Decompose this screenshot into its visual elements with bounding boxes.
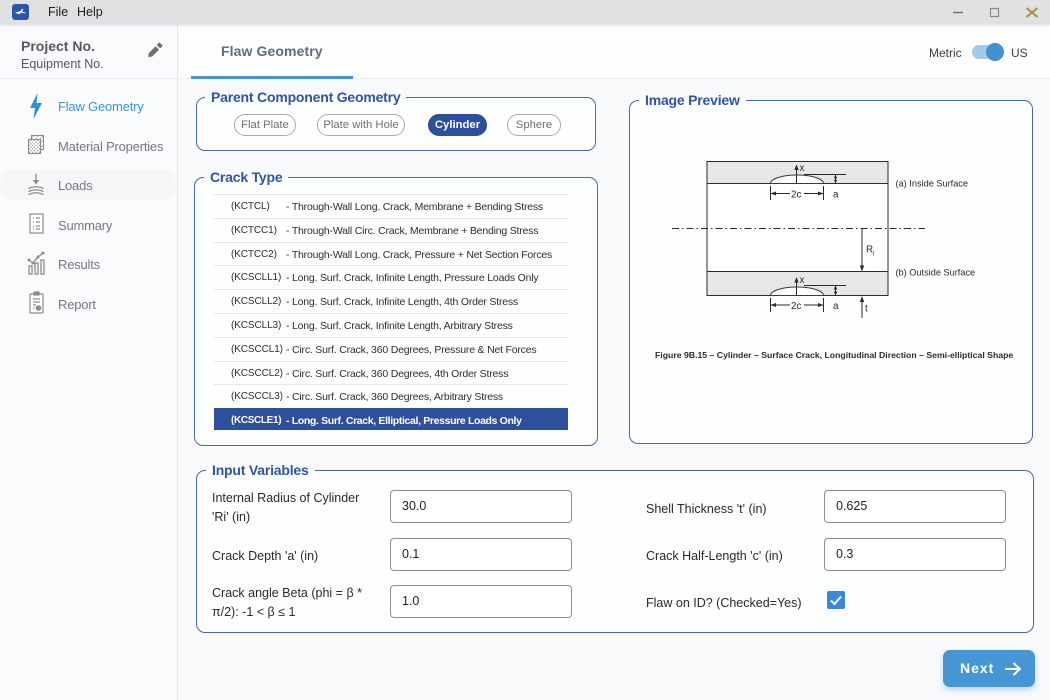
svg-text:2c: 2c	[791, 189, 801, 200]
svg-text:Figure 9B.15 – Cylinder – Surf: Figure 9B.15 – Cylinder – Surface Crack,…	[655, 350, 1013, 360]
svg-text:t: t	[865, 304, 868, 315]
svg-text:x: x	[800, 163, 805, 174]
svg-text:a: a	[833, 190, 839, 201]
svg-text:x: x	[800, 275, 805, 286]
svg-text:a: a	[833, 301, 839, 312]
svg-text:(b) Outside Surface: (b) Outside Surface	[896, 268, 976, 278]
svg-text:2c: 2c	[791, 301, 801, 312]
svg-text:(a) Inside Surface: (a) Inside Surface	[896, 179, 969, 189]
